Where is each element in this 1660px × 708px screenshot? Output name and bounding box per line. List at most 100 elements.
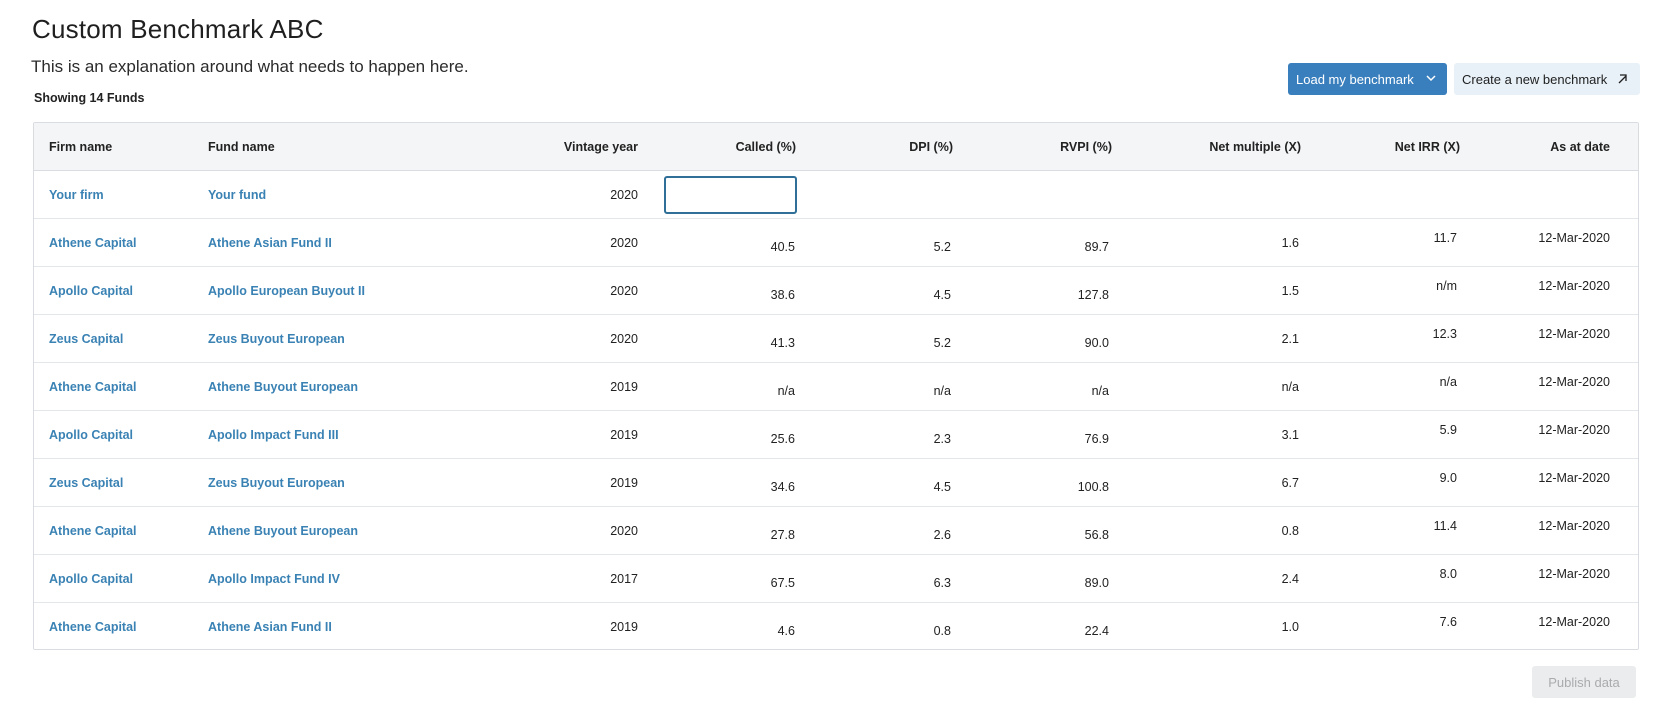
fund-name-link[interactable]: Apollo Impact Fund IV: [208, 572, 340, 586]
fund-name-link[interactable]: Apollo European Buyout II: [208, 284, 365, 298]
page-title: Custom Benchmark ABC: [32, 14, 324, 44]
called-percent: 34.6: [770, 480, 795, 494]
firm-name-link[interactable]: Athene Capital: [49, 236, 137, 250]
vintage-year: 2019: [610, 476, 638, 490]
as-at-date: 12-Mar-2020: [1538, 615, 1610, 629]
dpi-percent: 4.5: [933, 480, 951, 494]
firm-name-link[interactable]: Zeus Capital: [49, 476, 123, 490]
load-benchmark-label: Load my benchmark: [1296, 71, 1414, 87]
rvpi-percent: 127.8: [1077, 288, 1109, 302]
as-at-date: 12-Mar-2020: [1538, 327, 1610, 341]
column-header-firm[interactable]: Firm name: [49, 140, 112, 154]
rvpi-percent: 89.7: [1084, 240, 1109, 254]
table-row: Zeus Capital Zeus Buyout European 2020 41.3…: [34, 315, 1638, 363]
page-description: This is an explanation around what needs…: [31, 57, 469, 76]
called-percent: 4.6: [777, 624, 795, 638]
firm-name-link[interactable]: Zeus Capital: [49, 332, 123, 346]
dpi-percent: 5.2: [933, 240, 951, 254]
vintage-year: 2020: [610, 332, 638, 346]
net-multiple: n/a: [1281, 380, 1299, 394]
net-multiple: 3.1: [1281, 428, 1299, 442]
table-row: Athene Capital Athene Buyout European 2019…: [34, 363, 1638, 411]
column-header-called[interactable]: Called (%): [736, 140, 796, 154]
firm-name-link[interactable]: Athene Capital: [49, 620, 137, 634]
column-header-vintage[interactable]: Vintage year: [564, 140, 638, 154]
fund-name-link[interactable]: Athene Asian Fund II: [208, 620, 332, 634]
as-at-date: 12-Mar-2020: [1538, 231, 1610, 245]
net-irr: n/a: [1439, 375, 1457, 389]
fund-name-link[interactable]: Apollo Impact Fund III: [208, 428, 339, 442]
create-benchmark-button[interactable]: Create a new benchmark: [1454, 63, 1640, 95]
column-header-net-multiple[interactable]: Net multiple (X): [1209, 140, 1301, 154]
as-at-date: 12-Mar-2020: [1538, 519, 1610, 533]
fund-name-link[interactable]: Athene Buyout European: [208, 524, 358, 538]
net-irr: n/m: [1436, 279, 1457, 293]
table-header: Firm name Fund name Vintage year Called …: [34, 123, 1638, 171]
firm-name-link[interactable]: Apollo Capital: [49, 284, 133, 298]
net-multiple: 1.5: [1281, 284, 1299, 298]
table-row: Zeus Capital Zeus Buyout European 2019 34.6…: [34, 459, 1638, 507]
fund-name-link[interactable]: Zeus Buyout European: [208, 476, 345, 490]
your-vintage-year: 2020: [610, 188, 638, 202]
firm-name-link[interactable]: Athene Capital: [49, 380, 137, 394]
net-irr: 9.0: [1439, 471, 1457, 485]
net-irr: 11.4: [1433, 519, 1457, 533]
column-header-net-irr[interactable]: Net IRR (X): [1395, 140, 1460, 154]
as-at-date: 12-Mar-2020: [1538, 375, 1610, 389]
firm-name-link[interactable]: Apollo Capital: [49, 572, 133, 586]
rvpi-percent: 90.0: [1084, 336, 1109, 350]
dpi-percent: 2.6: [933, 528, 951, 542]
as-at-date: 12-Mar-2020: [1538, 279, 1610, 293]
create-benchmark-label: Create a new benchmark: [1462, 71, 1608, 87]
fund-name-link[interactable]: Athene Buyout European: [208, 380, 358, 394]
fund-name-link[interactable]: Athene Asian Fund II: [208, 236, 332, 250]
net-irr: 12.3: [1432, 327, 1457, 341]
dpi-percent: 2.3: [933, 432, 951, 446]
your-firm-link[interactable]: Your firm: [49, 188, 104, 202]
vintage-year: 2020: [610, 524, 638, 538]
your-fund-link[interactable]: Your fund: [208, 188, 266, 202]
called-percent-input[interactable]: [664, 176, 797, 214]
vintage-year: 2019: [610, 380, 638, 394]
net-irr: 8.0: [1439, 567, 1457, 581]
dpi-percent: 4.5: [933, 288, 951, 302]
load-benchmark-button[interactable]: Load my benchmark: [1288, 63, 1447, 95]
called-percent: n/a: [777, 384, 795, 398]
column-header-fund[interactable]: Fund name: [208, 140, 275, 154]
net-multiple: 1.6: [1281, 236, 1299, 250]
external-link-icon: [1618, 74, 1627, 84]
table-row: Apollo Capital Apollo European Buyout II 2…: [34, 267, 1638, 315]
table-row: Athene Capital Athene Asian Fund II 2019 4.…: [34, 603, 1638, 649]
vintage-year: 2017: [610, 572, 638, 586]
table-row: Apollo Capital Apollo Impact Fund III 2019…: [34, 411, 1638, 459]
net-irr: 7.6: [1439, 615, 1457, 629]
net-irr: 11.7: [1433, 231, 1457, 245]
dpi-percent: 0.8: [933, 624, 951, 638]
column-header-as-at-date[interactable]: As at date: [1550, 140, 1610, 154]
vintage-year: 2019: [610, 620, 638, 634]
called-percent: 41.3: [770, 336, 795, 350]
net-multiple: 2.1: [1281, 332, 1299, 346]
as-at-date: 12-Mar-2020: [1538, 567, 1610, 581]
net-multiple: 1.0: [1281, 620, 1299, 634]
fund-name-link[interactable]: Zeus Buyout European: [208, 332, 345, 346]
called-percent: 67.5: [770, 576, 795, 590]
input-row: Your firm Your fund 2020: [34, 171, 1638, 219]
net-multiple: 0.8: [1281, 524, 1299, 538]
dpi-percent: 6.3: [933, 576, 951, 590]
called-percent: 40.5: [770, 240, 795, 254]
rvpi-percent: 22.4: [1084, 624, 1109, 638]
column-header-rvpi[interactable]: RVPI (%): [1060, 140, 1112, 154]
net-multiple: 6.7: [1281, 476, 1299, 490]
called-percent: 38.6: [770, 288, 795, 302]
column-header-dpi[interactable]: DPI (%): [909, 140, 953, 154]
fund-count: Showing 14 Funds: [34, 91, 145, 105]
funds-table: Firm name Fund name Vintage year Called …: [33, 122, 1639, 650]
rvpi-percent: 89.0: [1084, 576, 1109, 590]
chevron-down-icon: [1426, 75, 1436, 82]
firm-name-link[interactable]: Apollo Capital: [49, 428, 133, 442]
rvpi-percent: n/a: [1091, 384, 1109, 398]
firm-name-link[interactable]: Athene Capital: [49, 524, 137, 538]
publish-data-button[interactable]: Publish data: [1532, 666, 1636, 698]
table-row: Athene Capital Athene Buyout European 2020…: [34, 507, 1638, 555]
